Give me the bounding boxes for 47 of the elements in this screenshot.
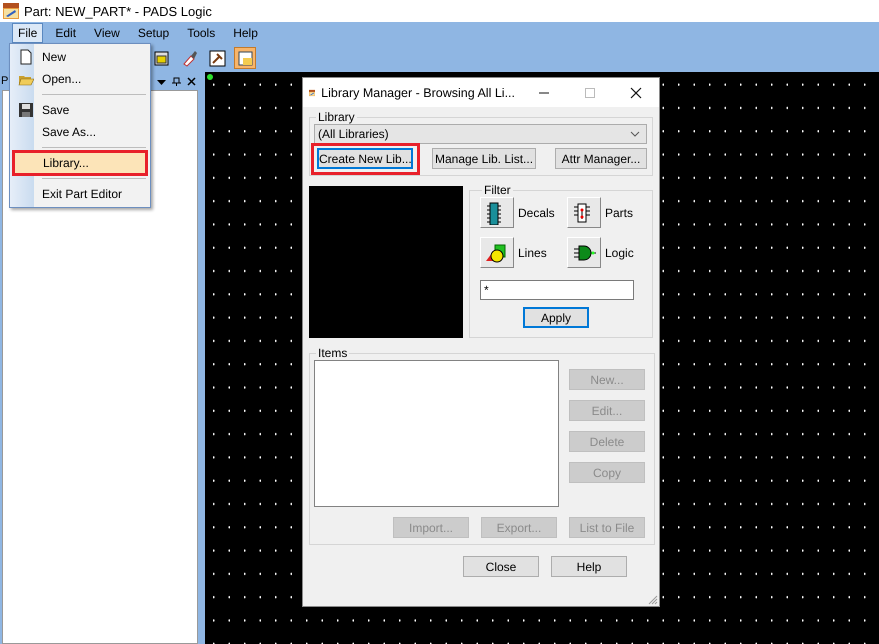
menu-item[interactable]: Help: [227, 23, 264, 43]
brush-icon[interactable]: [180, 50, 198, 66]
menu-item[interactable]: View: [88, 23, 126, 43]
menu-item[interactable]: Tools: [181, 23, 222, 43]
group-label: Library: [317, 110, 356, 124]
menu-item[interactable]: Exit Part Editor: [12, 183, 148, 205]
menu-item[interactable]: Open...: [12, 68, 148, 90]
group-label: Items: [317, 346, 348, 360]
apply-button[interactable]: Apply: [523, 307, 589, 328]
close-icon: [187, 76, 196, 86]
menu-item[interactable]: Setup: [132, 23, 176, 43]
filter-toggle[interactable]: [480, 197, 514, 228]
library-button[interactable]: Attr Manager...: [555, 148, 647, 169]
pin-icon: [172, 76, 181, 86]
dialog-title: Library Manager - Browsing All Li...: [321, 86, 515, 100]
app-logo-icon: [3, 3, 19, 19]
close-icon[interactable]: [630, 86, 642, 98]
menu-item[interactable]: Save: [12, 99, 148, 121]
menu-item[interactable]: Edit: [49, 23, 82, 43]
window-folder-icon[interactable]: [236, 50, 254, 66]
library-button[interactable]: Create New Lib...: [317, 148, 413, 169]
filter-toggle[interactable]: [567, 237, 601, 268]
filter-toggle[interactable]: [480, 237, 514, 268]
dialog-button[interactable]: Help: [551, 556, 627, 577]
menu-item[interactable]: Library...: [12, 152, 148, 174]
chevron-down-icon: [630, 131, 640, 137]
filter-label: Parts: [605, 206, 634, 220]
filter-label: Decals: [518, 206, 555, 220]
window-title: Part: NEW_PART* - PADS Logic: [24, 4, 212, 18]
component-icon[interactable]: [152, 50, 170, 66]
dialog-button[interactable]: Close: [463, 556, 539, 577]
hammer-icon[interactable]: [208, 50, 226, 66]
filter-label: Lines: [518, 246, 547, 260]
filter-field[interactable]: *: [480, 280, 634, 300]
items-list[interactable]: [314, 360, 559, 507]
panel-title: P: [1, 75, 8, 87]
library-dropdown[interactable]: (All Libraries): [314, 124, 647, 144]
group-label: Filter: [483, 183, 512, 197]
menu-item[interactable]: File: [12, 23, 44, 43]
library-button[interactable]: Manage Lib. List...: [432, 148, 536, 169]
filter-label: Logic: [605, 246, 634, 260]
resize-grip-icon: [648, 595, 658, 605]
origin-marker-icon: [207, 74, 213, 80]
filter-toggle[interactable]: [567, 197, 601, 228]
menu-item[interactable]: New: [12, 46, 148, 68]
menu-item[interactable]: Save As...: [12, 121, 148, 143]
new-file-icon: [18, 49, 34, 65]
